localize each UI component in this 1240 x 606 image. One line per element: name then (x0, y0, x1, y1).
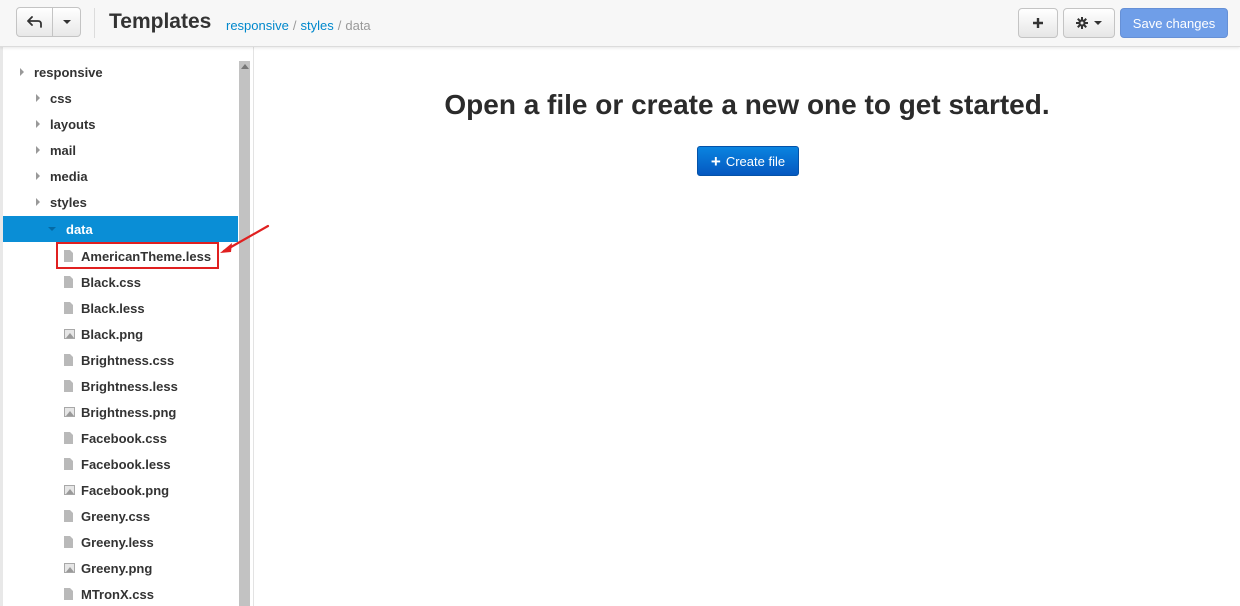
tree-file[interactable]: MTronX.css (3, 581, 238, 606)
image-file-icon (64, 563, 75, 573)
top-toolbar: Templates responsive / styles / data Save ch… (0, 0, 1240, 47)
tree-folder[interactable]: layouts (3, 111, 238, 137)
tree-folder[interactable]: styles (3, 189, 238, 215)
tree-file[interactable]: Brightness.css (3, 347, 238, 373)
tree-item-label: Black.png (81, 326, 144, 342)
caret-right-icon (36, 94, 40, 102)
tree-file[interactable]: Greeny.png (3, 555, 238, 581)
file-icon (64, 380, 73, 392)
tree-file[interactable]: Black.less (3, 295, 238, 321)
tree-item-label: Facebook.png (81, 482, 170, 498)
page-title: Templates (109, 10, 212, 33)
tree-file[interactable]: Brightness.less (3, 373, 238, 399)
tree-folder[interactable]: media (3, 163, 238, 189)
back-menu-button[interactable] (53, 8, 80, 36)
file-icon (64, 588, 73, 600)
file-icon (64, 432, 73, 444)
tree-item-label: Facebook.less (81, 456, 171, 472)
tree-file[interactable]: Black.png (3, 321, 238, 347)
tree-file[interactable]: Greeny.css (3, 503, 238, 529)
file-icon (64, 302, 73, 314)
file-icon (64, 458, 73, 470)
tree-file[interactable]: Facebook.less (3, 451, 238, 477)
file-icon (64, 276, 73, 288)
tree-item-label: Brightness.css (81, 352, 175, 368)
tree-folder[interactable]: responsive (3, 59, 238, 85)
tree-item-label: Greeny.less (81, 534, 154, 550)
file-icon (64, 354, 73, 366)
back-button[interactable] (17, 8, 53, 36)
tree-item-label: Black.css (81, 274, 141, 290)
tree-file[interactable]: Black.css (3, 269, 238, 295)
tree-file[interactable]: Greeny.less (3, 529, 238, 555)
create-file-label: Create file (725, 153, 786, 169)
tree-item-label: Facebook.css (81, 430, 167, 446)
tree-item-label: data (66, 221, 93, 237)
caret-right-icon (36, 198, 40, 206)
caret-right-icon (36, 146, 40, 154)
breadcrumb-separator: / (292, 18, 297, 33)
back-button-group (16, 7, 81, 37)
scroll-up-icon[interactable] (241, 64, 249, 69)
plus-icon (1033, 18, 1043, 28)
caret-right-icon (36, 120, 40, 128)
save-button[interactable]: Save changes (1120, 8, 1228, 38)
chevron-down-icon (62, 20, 71, 24)
add-button[interactable] (1018, 8, 1058, 38)
breadcrumb-item-styles[interactable]: styles (301, 18, 334, 33)
breadcrumb: responsive / styles / data (226, 18, 371, 33)
settings-button[interactable] (1063, 8, 1115, 38)
annotation-arrow-icon (220, 224, 270, 253)
tree-item-label: Greeny.png (81, 560, 153, 576)
breadcrumb-item-responsive[interactable]: responsive (226, 18, 289, 33)
tree-file[interactable]: Facebook.png (3, 477, 238, 503)
create-file-button[interactable]: + Create file (697, 146, 799, 176)
tree-folder[interactable]: css (3, 85, 238, 111)
tree-folder[interactable]: data (3, 216, 238, 242)
tree-item-label: Greeny.css (81, 508, 151, 524)
tree-item-label: mail (50, 142, 77, 158)
breadcrumb-item-current: data (345, 18, 371, 33)
tree-folder[interactable]: mail (3, 137, 238, 163)
tree-item-label: styles (50, 194, 87, 210)
chevron-down-icon (1094, 21, 1102, 25)
image-file-icon (64, 485, 75, 495)
tree-item-label: Black.less (81, 300, 145, 316)
tree-item-label: Brightness.less (81, 378, 178, 394)
plus-icon: + (710, 151, 721, 171)
caret-down-icon (48, 227, 56, 231)
tree-item-label: AmericanTheme.less (81, 248, 212, 264)
tree-item-label: MTronX.css (81, 586, 154, 602)
breadcrumb-separator: / (337, 18, 342, 33)
file-tree-sidebar: responsive css layouts mail media styles data A… (0, 47, 254, 606)
tree-file[interactable]: Facebook.css (3, 425, 238, 451)
caret-right-icon (20, 68, 24, 76)
sidebar-scrollbar[interactable] (239, 61, 250, 606)
file-icon (64, 250, 73, 262)
tree-item-label: media (50, 168, 88, 184)
image-file-icon (64, 407, 75, 417)
tree-file[interactable]: AmericanTheme.less (3, 243, 238, 269)
image-file-icon (64, 329, 75, 339)
caret-right-icon (36, 172, 40, 180)
empty-state-message: Open a file or create a new one to get s… (444, 89, 1050, 120)
toolbar-divider (94, 8, 95, 38)
file-icon (64, 536, 73, 548)
tree-item-label: layouts (50, 116, 96, 132)
tree-file[interactable]: Brightness.png (3, 399, 238, 425)
back-arrow-icon (26, 16, 42, 28)
tree-item-label: css (50, 90, 72, 106)
tree-item-label: responsive (34, 64, 103, 80)
file-icon (64, 510, 73, 522)
tree-item-label: Brightness.png (81, 404, 177, 420)
gear-icon (1076, 17, 1088, 29)
